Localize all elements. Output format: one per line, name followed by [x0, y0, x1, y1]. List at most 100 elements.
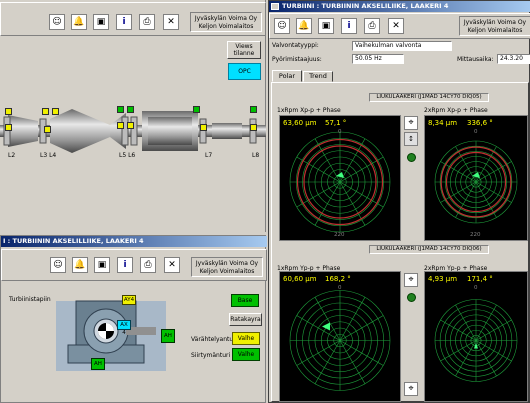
polar-spoke: [440, 340, 477, 362]
print-icon[interactable]: ⎙: [139, 14, 155, 30]
bearing-indicator[interactable]: [127, 106, 134, 113]
plot1-phase: 57,1 °: [325, 119, 347, 127]
status-led-icon: [407, 293, 416, 302]
polar-grid: [289, 290, 391, 391]
bearing-indicator[interactable]: [44, 126, 51, 133]
polar-spoke: [475, 319, 512, 341]
monitoring-type-label: Valvontatyyppi:: [272, 42, 319, 49]
turbine-lp1: [72, 109, 110, 153]
bearing-indicator[interactable]: [200, 124, 207, 131]
bearing-indicator[interactable]: [117, 106, 124, 113]
polar-spoke: [314, 340, 341, 384]
right-title: TURBIINI : TURBIININ AKSELILIIKE, LAAKER…: [269, 1, 530, 12]
bearing-indicator[interactable]: [250, 106, 257, 113]
sensor-ah[interactable]: AH: [161, 329, 175, 343]
rotation-speed-value: 50.05 Hz: [352, 54, 404, 64]
alarm-bell-icon[interactable]: 🔔: [72, 257, 88, 273]
user-icon[interactable]: ☺: [50, 257, 66, 273]
turbine-label: Turbiinistapiin: [9, 296, 51, 303]
bearing-indicator[interactable]: [52, 108, 59, 115]
crosshair-icon[interactable]: ⌖: [404, 273, 418, 287]
windows-icon[interactable]: ▣: [93, 14, 109, 30]
sensor-ax4[interactable]: AX 4: [117, 320, 131, 336]
views-button[interactable]: Views tilanne: [227, 41, 261, 59]
bearing-indicator[interactable]: [127, 122, 134, 129]
plot2-phase: 336,6 °: [467, 119, 493, 127]
crosshair-icon[interactable]: ⌖: [404, 382, 418, 396]
crosshair-icon[interactable]: ⌖: [404, 116, 418, 130]
polar-spoke: [475, 340, 512, 362]
polar-plot-3[interactable]: 60,60 µm 168,2 ° 0: [279, 271, 401, 402]
left-top-window: ☺ 🔔 ▣ i ⎙ ✕ Jyväskylän Voima Oy Keljon V…: [0, 0, 266, 232]
bearing-label: L7: [205, 152, 213, 159]
measure-time-value: 24.3.20: [497, 54, 530, 64]
sensor-ah-lower[interactable]: AH: [91, 358, 105, 370]
ratakayra-button[interactable]: Ratakayra: [229, 313, 262, 326]
sensor-ay4[interactable]: AY4: [122, 295, 136, 305]
bearing-label: L5 L6: [119, 152, 136, 159]
polar-spoke: [475, 340, 497, 377]
user-icon[interactable]: ☺: [274, 18, 290, 34]
monitoring-type-value: Vaihekulman valvonta: [352, 41, 452, 51]
plant-name: Keljon Voimalaitos: [199, 268, 255, 275]
windows-icon[interactable]: ▣: [94, 257, 110, 273]
section1-title: LIUKULAAKERI (J1MAD 14CY70 DIQ05): [369, 93, 489, 102]
polar-plot-2[interactable]: 8,34 µm 336,6 ° 0 220: [424, 115, 528, 241]
plant-name: Keljon Voimalaitos: [198, 23, 254, 30]
bearing-indicator[interactable]: [193, 106, 200, 113]
plant-name: Keljon Voimalaitos: [467, 27, 523, 34]
tab-polar[interactable]: Polar: [272, 70, 302, 82]
alarm-bell-icon[interactable]: 🔔: [296, 18, 312, 34]
plot1-amplitude: 63,60 µm: [283, 119, 317, 127]
generator-front: [148, 117, 192, 145]
company-box: Jyväskylän Voima Oy Keljon Voimalaitos: [190, 12, 262, 32]
info-icon[interactable]: i: [116, 14, 132, 30]
coupling-5: [199, 118, 207, 144]
bearing-indicator[interactable]: [5, 108, 12, 115]
company-name: Jyväskylän Voima Oy: [194, 15, 258, 22]
bearing-housing-diagram: [56, 300, 166, 371]
zoom-slider[interactable]: ↕: [404, 132, 418, 146]
varahtelyantur-label: Värähtelyantur: [191, 336, 236, 343]
bearing-indicator[interactable]: [250, 124, 257, 131]
polar-plot-4[interactable]: 4,93 µm 171,4 ° 0: [424, 271, 528, 402]
polar-spoke: [314, 297, 341, 341]
polar-spoke: [339, 297, 366, 341]
plot2-tick-bottom: 220: [470, 232, 481, 238]
plot2-amplitude: 8,34 µm: [428, 119, 458, 127]
turbine-hp: [8, 115, 38, 147]
exciter: [212, 123, 242, 139]
close-icon[interactable]: ✕: [388, 18, 404, 34]
base-button[interactable]: Base: [231, 294, 259, 307]
close-icon[interactable]: ✕: [164, 257, 180, 273]
info-icon[interactable]: i: [117, 257, 133, 273]
company-box: Jyväskylän Voima Oy Keljon Voimalaitos: [191, 257, 263, 277]
windows-icon[interactable]: ▣: [318, 18, 334, 34]
polar-spoke: [339, 340, 366, 384]
status-led-icon: [407, 153, 416, 162]
close-icon[interactable]: ✕: [163, 14, 179, 30]
left-bottom-title: I : TURBIININ AKSELILLIIKE, LAAKERI 4: [1, 236, 267, 247]
valhe-button-1[interactable]: Valhe: [232, 332, 260, 345]
coupling-6: [249, 118, 257, 144]
polar-spoke: [455, 304, 477, 341]
polar-plot-1[interactable]: 63,60 µm 57,1 ° 0 220: [279, 115, 401, 241]
rotation-speed-label: Pyörimistaajuus:: [272, 56, 322, 63]
print-icon[interactable]: ⎙: [140, 257, 156, 273]
alarm-bell-icon[interactable]: 🔔: [71, 14, 87, 30]
measure-time-label: Mittausaika:: [457, 56, 494, 63]
tab-trend[interactable]: Trend: [303, 71, 333, 82]
plot1-tick-top: 0: [338, 129, 342, 135]
user-icon[interactable]: ☺: [49, 14, 65, 30]
opc-button[interactable]: OPC: [228, 63, 261, 80]
bearing-indicator[interactable]: [5, 124, 12, 131]
info-icon[interactable]: i: [341, 18, 357, 34]
bearing-indicator[interactable]: [42, 108, 49, 115]
bearing-label: L8: [252, 152, 260, 159]
window-icon: [271, 3, 279, 10]
bearing-indicator[interactable]: [117, 122, 124, 129]
company-name: Jyväskylän Voima Oy: [195, 260, 259, 267]
print-icon[interactable]: ⎙: [364, 18, 380, 34]
bearing-label: L2: [8, 152, 16, 159]
valhe-button-2[interactable]: Valhe: [232, 348, 260, 361]
